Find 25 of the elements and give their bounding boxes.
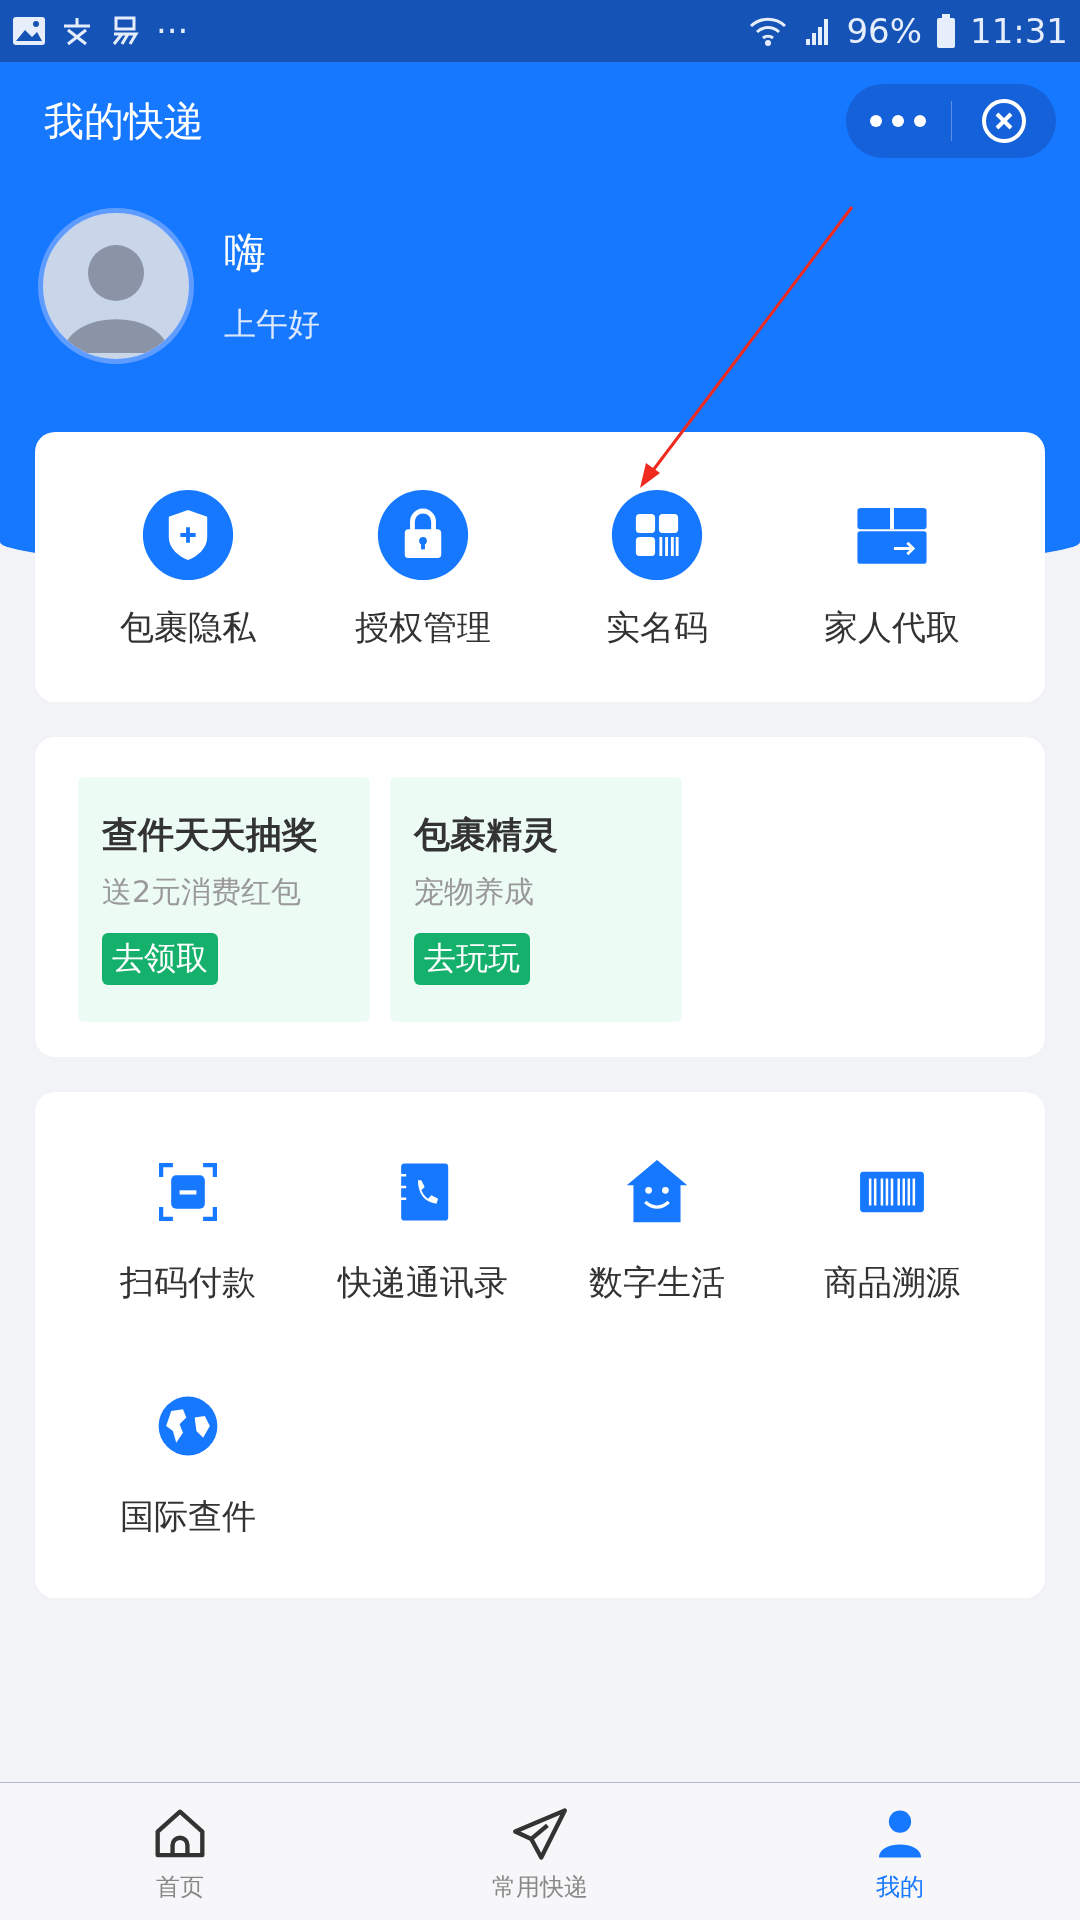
- battery-icon: [936, 14, 956, 48]
- close-icon: [980, 98, 1027, 144]
- promo-subtitle: 送2元消费红包: [102, 873, 302, 911]
- battery-percent: 96%: [846, 11, 922, 51]
- tool-item[interactable]: 扫码付款: [71, 1150, 306, 1306]
- page-title: 我的快递: [44, 96, 204, 146]
- tool-item[interactable]: 数字生活: [540, 1150, 775, 1306]
- greeting: 上午好: [224, 304, 320, 345]
- wifi-icon: [748, 15, 789, 47]
- clock: 11:31: [970, 11, 1068, 51]
- service-item[interactable]: 包裹隐私: [71, 487, 306, 651]
- service-item[interactable]: 家人代取: [774, 487, 1009, 651]
- user-name: 嗨: [224, 227, 267, 279]
- service-item[interactable]: 实名码: [540, 487, 775, 651]
- tab[interactable]: 我的: [720, 1783, 1080, 1920]
- more-notifications: ···: [156, 11, 189, 51]
- tool-item[interactable]: 国际查件: [71, 1384, 306, 1540]
- tool-item[interactable]: 商品溯源: [774, 1150, 1009, 1306]
- more-icon: [868, 114, 929, 128]
- service-item[interactable]: 授权管理: [305, 487, 540, 651]
- image-icon: [12, 16, 46, 46]
- promo-title: 包裹精灵: [414, 813, 558, 857]
- tool-item[interactable]: 快递通讯录: [305, 1150, 540, 1306]
- promo-subtitle: 宠物养成: [414, 873, 534, 911]
- promo-title: 查件天天抽奖: [102, 813, 318, 857]
